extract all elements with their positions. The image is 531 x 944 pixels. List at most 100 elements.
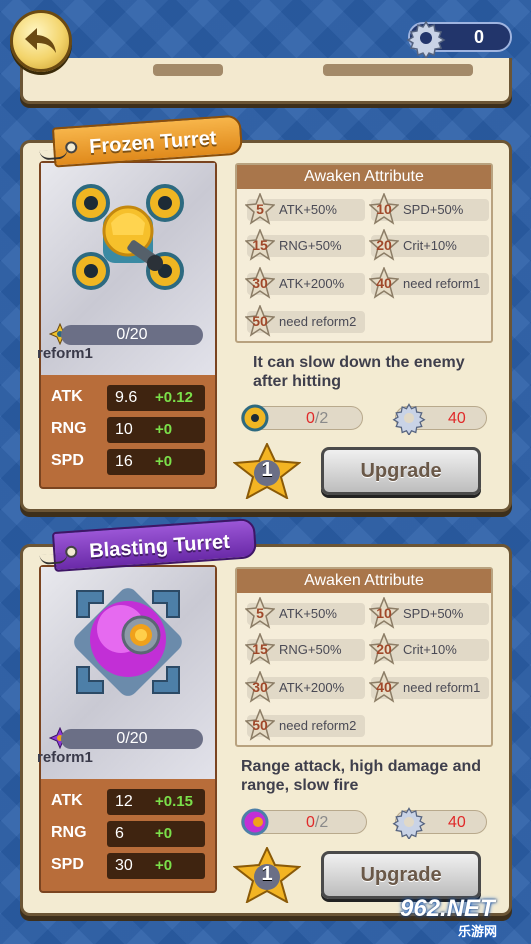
blasting-turret-icon <box>74 588 182 696</box>
stat-bonus: +0 <box>155 453 173 470</box>
attr-level: 10 <box>376 201 392 217</box>
attr-level: 10 <box>376 605 392 621</box>
attr-text: ATK+50% <box>279 202 337 217</box>
attr-level: 20 <box>376 641 392 657</box>
piece-owned: 0 <box>306 814 315 831</box>
attr-level: 20 <box>376 237 392 253</box>
turret-name: Frozen Turret <box>88 127 218 159</box>
gear-cost-counter: 40 <box>392 807 487 839</box>
upgrade-button[interactable]: Upgrade <box>321 851 481 899</box>
stat-row-spd: SPD 16 +0 <box>49 449 209 475</box>
turret-level-badge: 1 <box>232 845 302 905</box>
awaken-title: Awaken Attribute <box>237 569 491 593</box>
awaken-attr: 5 ATK+50% <box>245 597 365 629</box>
stat-value-box: 6 +0 <box>107 821 205 847</box>
attr-text: need reform1 <box>403 680 481 695</box>
tag-hole <box>64 140 78 154</box>
stat-bonus: +0.15 <box>155 793 193 810</box>
stat-name: SPD <box>51 856 84 873</box>
awaken-attr: 30 ATK+200% <box>245 267 365 299</box>
turret-piece-icon <box>241 808 269 836</box>
reform-piece-counter: 0/2 <box>241 808 367 836</box>
gear-count: 0 <box>473 27 484 47</box>
turret-card-blasting: 0/20 reform1 ATK 12 +0.15 RNG 6 +0 SPD 3… <box>20 517 512 916</box>
awaken-attr: 15 RNG+50% <box>245 229 365 261</box>
stat-value: 10 <box>115 421 133 438</box>
attr-text: need reform1 <box>403 276 481 291</box>
attr-level: 40 <box>376 679 392 695</box>
stat-value-box: 12 +0.15 <box>107 789 205 815</box>
turret-info-panel: 0/20 reform1 ATK 12 +0.15 RNG 6 +0 SPD 3… <box>37 565 217 893</box>
attr-level: 5 <box>256 201 264 217</box>
stat-name: ATK <box>51 792 83 809</box>
tag-string <box>39 553 69 566</box>
stat-name: RNG <box>51 420 87 437</box>
gear-icon <box>392 403 426 435</box>
tag-string <box>39 148 69 161</box>
attr-level: 50 <box>252 313 268 329</box>
awaken-attr: 10 SPD+50% <box>369 597 489 629</box>
turret-piece-icon <box>241 404 269 432</box>
attr-level: 15 <box>252 641 268 657</box>
attr-text: Crit+10% <box>403 238 457 253</box>
turret-name-ribbon: Blasting Turret <box>39 517 257 573</box>
back-arrow-icon <box>25 28 56 53</box>
attr-text: SPD+50% <box>403 202 464 217</box>
turret-card-frozen: 0/20 reform1 ATK 9.6 +0.12 RNG 10 +0 SPD… <box>20 114 512 512</box>
previous-turret-card <box>20 58 512 104</box>
piece-needed: /2 <box>314 410 329 427</box>
stat-value: 6 <box>115 825 124 842</box>
attr-level: 5 <box>256 605 264 621</box>
stat-row-atk: ATK 12 +0.15 <box>49 789 209 815</box>
tag-hole <box>64 545 78 559</box>
attr-text: ATK+200% <box>279 276 345 291</box>
stat-bonus: +0 <box>155 421 173 438</box>
awaken-attr: 40 need reform1 <box>369 671 489 703</box>
awaken-attr: 20 Crit+10% <box>369 633 489 665</box>
awaken-attr: 5 ATK+50% <box>245 193 365 225</box>
attr-text: RNG+50% <box>279 642 342 657</box>
attr-text: SPD+50% <box>403 606 464 621</box>
previous-card-stat <box>153 64 223 76</box>
stat-row-rng: RNG 10 +0 <box>49 417 209 443</box>
attr-level: 30 <box>252 275 268 291</box>
stat-row-rng: RNG 6 +0 <box>49 821 209 847</box>
back-button[interactable] <box>10 10 72 72</box>
upgrade-button[interactable]: Upgrade <box>321 447 481 495</box>
site-watermark: 962.NET 乐游网 <box>396 893 528 941</box>
stat-value: 30 <box>115 857 133 874</box>
reform-piece-counter: 0/2 <box>241 404 363 432</box>
attr-level: 30 <box>252 679 268 695</box>
attr-text: ATK+50% <box>279 606 337 621</box>
awaken-attr: 50 need reform2 <box>245 305 365 337</box>
stat-value: 9.6 <box>115 389 138 406</box>
reform-progress-bar: 0/20 <box>61 325 203 345</box>
turret-level: 1 <box>261 863 273 885</box>
attr-level: 50 <box>252 717 268 733</box>
gear-icon <box>392 807 426 839</box>
piece-owned: 0 <box>306 410 315 427</box>
piece-needed: /2 <box>314 814 329 831</box>
stat-value-box: 9.6 +0.12 <box>107 385 205 411</box>
attr-text: need reform2 <box>279 718 357 733</box>
previous-card-button <box>323 64 473 76</box>
frozen-turret-icon <box>72 184 184 290</box>
reform-progress-bar: 0/20 <box>61 729 203 749</box>
stat-bonus: +0 <box>155 857 173 874</box>
gear-cost-counter: 40 <box>392 403 487 435</box>
turret-info-panel: 0/20 reform1 ATK 9.6 +0.12 RNG 10 +0 SPD… <box>37 161 217 489</box>
stat-bonus: +0 <box>155 825 173 842</box>
turret-level: 1 <box>261 459 273 481</box>
stat-value-box: 10 +0 <box>107 417 205 443</box>
stat-name: SPD <box>51 452 84 469</box>
awaken-attribute-box: Awaken Attribute 5 ATK+50% 10 SPD+50% 15… <box>235 163 493 343</box>
stat-value: 16 <box>115 453 133 470</box>
attr-level: 15 <box>252 237 268 253</box>
turret-description: Range attack, high damage and range, slo… <box>241 758 482 794</box>
turret-description: It can slow down the enemy after hitting <box>253 354 465 390</box>
stat-value-box: 30 +0 <box>107 853 205 879</box>
stat-row-spd: SPD 30 +0 <box>49 853 209 879</box>
stat-bonus: +0.12 <box>155 389 193 406</box>
attr-text: RNG+50% <box>279 238 342 253</box>
attr-text: Crit+10% <box>403 642 457 657</box>
